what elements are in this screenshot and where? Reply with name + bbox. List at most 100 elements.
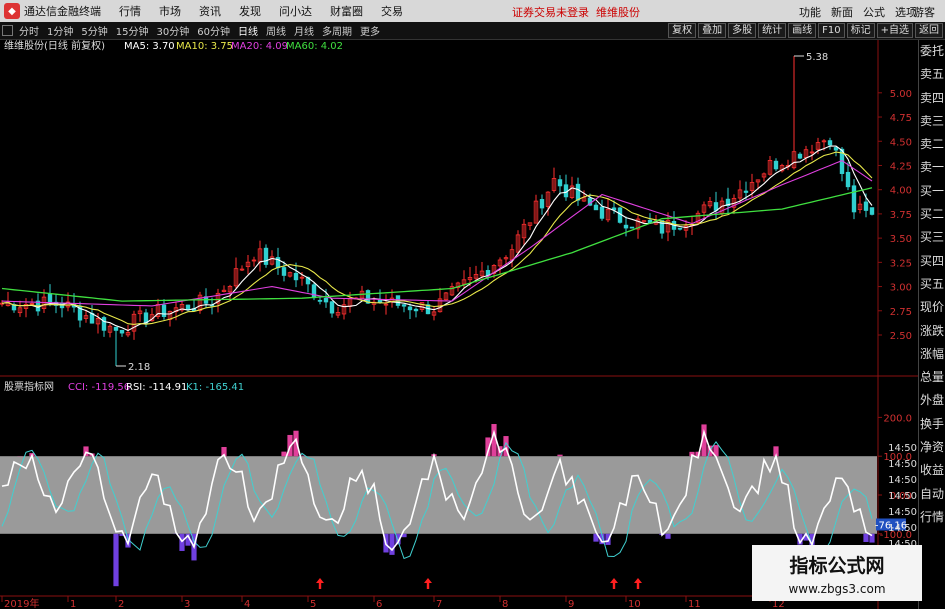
guest-label[interactable]: 游客 — [913, 4, 935, 20]
tab-timeframe-1[interactable]: 1分钟 — [43, 23, 77, 38]
candle-body — [557, 179, 563, 187]
menu-discover[interactable]: 发现 — [239, 3, 261, 19]
buy-arrow-icon — [634, 578, 642, 589]
tool-button-8[interactable]: 返回 — [915, 23, 943, 38]
candle-body — [827, 140, 833, 146]
tool-button-7[interactable]: +自选 — [876, 23, 913, 38]
buy-arrow-icon — [424, 578, 432, 589]
sidebar-item-1[interactable]: 卖五 — [919, 63, 945, 87]
period-toolbar: 分时 1分钟 5分钟 15分钟 30分钟 60分钟 日线 周线 月线 多周期 更多 复权 叠加 多股 统计… — [0, 22, 945, 40]
candle-body — [281, 267, 287, 276]
cci-under-bar — [113, 533, 119, 587]
time-label: 14:50 — [888, 459, 917, 470]
sidebar-item-2[interactable]: 卖四 — [919, 87, 945, 110]
candle-body — [263, 247, 269, 265]
x-tick-label: 9 — [568, 599, 574, 609]
sidebar-item-12[interactable]: 涨跌 — [919, 320, 945, 343]
sidebar-item-14[interactable]: 总量 — [919, 366, 945, 390]
tab-timeframe-4[interactable]: 30分钟 — [152, 23, 193, 38]
sidebar-item-11[interactable]: 现价 — [919, 296, 945, 320]
menu-news[interactable]: 资讯 — [199, 3, 221, 19]
candle-body — [47, 293, 53, 303]
indicator-name: 股票指标网 — [4, 380, 54, 393]
sidebar-item-8[interactable]: 买三 — [919, 226, 945, 250]
tab-timeframe-8[interactable]: 月线 — [290, 23, 318, 38]
menu-function[interactable]: 功能 — [799, 4, 821, 20]
ma-legend-item: MA60: 4.02 — [286, 41, 343, 52]
sidebar-item-7[interactable]: 买二 — [919, 203, 945, 227]
sidebar-item-16[interactable]: 换手 — [919, 413, 945, 437]
tab-timeframe-2[interactable]: 5分钟 — [77, 23, 111, 38]
app-logo-icon: ◆ — [4, 3, 20, 19]
candle-body — [311, 284, 317, 299]
x-tick-label: 2019年 — [4, 597, 39, 609]
x-tick-label: 6 — [376, 599, 382, 609]
login-notice[interactable]: 证券交易未登录 维维股份 — [512, 4, 640, 20]
candle-body — [845, 171, 851, 188]
tool-button-5[interactable]: F10 — [818, 23, 845, 38]
candle-body — [629, 226, 635, 229]
sidebar-item-4[interactable]: 卖二 — [919, 133, 945, 157]
kline-chart[interactable]: 5.38 2.18 5.00 4.75 4.50 4.25 4.00 3.75 3.50 3.2… — [0, 40, 918, 609]
tab-timeframe-5[interactable]: 60分钟 — [193, 23, 234, 38]
chart-header: 维维股份(日线 前复权) — [4, 40, 105, 52]
sidebar-item-10[interactable]: 买五 — [919, 273, 945, 297]
sidebar-item-13[interactable]: 涨幅 — [919, 343, 945, 367]
sidebar-item-20[interactable]: 行情 — [919, 506, 945, 530]
sidebar-item-5[interactable]: 卖一 — [919, 156, 945, 180]
ind-legend-item: RSI: -114.91 — [126, 382, 187, 393]
chart-tool-buttons: 复权 叠加 多股 统计 画线 F10 标记 +自选 返回 — [668, 23, 943, 38]
toggle-icon[interactable] — [2, 25, 13, 36]
sidebar-item-15[interactable]: 外盘 — [919, 389, 945, 413]
candle-body — [119, 329, 125, 334]
ma-legend-item: MA10: 3.75 — [176, 41, 233, 52]
tool-button-2[interactable]: 多股 — [728, 23, 757, 38]
ma20-line — [1, 159, 873, 307]
watermark: 指标公式网 www.zbgs3.com — [752, 545, 922, 601]
candle-body — [677, 227, 683, 230]
sidebar-item-0[interactable]: 委托 — [919, 40, 945, 64]
tool-button-4[interactable]: 画线 — [788, 23, 817, 38]
price-tick-label: 4.25 — [890, 161, 912, 172]
menu-market[interactable]: 市场 — [159, 3, 181, 19]
cci-under-bar — [863, 533, 869, 542]
tab-timeframe-3[interactable]: 15分钟 — [112, 23, 153, 38]
sidebar-item-18[interactable]: 收益 — [919, 459, 945, 483]
sidebar-item-17[interactable]: 净资 — [919, 436, 945, 460]
tab-timeframe-7[interactable]: 周线 — [262, 23, 290, 38]
sidebar-item-9[interactable]: 买四 — [919, 250, 945, 273]
candle-body — [773, 160, 779, 170]
sidebar-item-3[interactable]: 卖三 — [919, 110, 945, 134]
tool-button-0[interactable]: 复权 — [668, 23, 697, 38]
tab-timeframe-0[interactable]: 分时 — [15, 23, 43, 38]
menu-formula[interactable]: 公式 — [863, 4, 885, 20]
candle-body — [161, 304, 167, 317]
sidebar-item-6[interactable]: 买一 — [919, 180, 945, 204]
indicator-header: 股票指标网 — [4, 380, 54, 393]
menu-quotes[interactable]: 行情 — [119, 3, 141, 19]
menu-ask[interactable]: 问小达 — [279, 3, 312, 19]
candle-body — [101, 317, 107, 331]
title-bar: ◆ 通达信金融终端 行情 市场 资讯 发现 问小达 财富圈 交易 证券交易未登录… — [0, 0, 945, 22]
menu-trade[interactable]: 交易 — [381, 3, 403, 19]
candle-body — [407, 306, 413, 311]
candle-body — [329, 301, 335, 314]
tab-timeframe-6[interactable]: 日线 — [234, 23, 262, 38]
x-tick-label: 8 — [502, 599, 508, 609]
cci-under-bar — [389, 533, 395, 555]
tab-timeframe-10[interactable]: 更多 — [356, 23, 384, 38]
tab-timeframe-9[interactable]: 多周期 — [318, 23, 356, 38]
sidebar-item-19[interactable]: 自动 — [919, 483, 945, 506]
price-tick-label: 5.00 — [890, 89, 912, 100]
tool-button-3[interactable]: 统计 — [758, 23, 787, 38]
candle-body — [317, 299, 323, 302]
tool-button-6[interactable]: 标记 — [846, 23, 875, 38]
tool-button-1[interactable]: 叠加 — [698, 23, 727, 38]
x-tick-label: 10 — [628, 599, 641, 609]
candle-body — [293, 272, 299, 281]
extreme-label: 2.18 — [128, 362, 150, 373]
buy-arrow-icon — [610, 578, 618, 589]
menu-new-layout[interactable]: 新面 — [831, 4, 853, 20]
app-name: 通达信金融终端 — [24, 5, 101, 18]
menu-wealth[interactable]: 财富圈 — [330, 3, 363, 19]
